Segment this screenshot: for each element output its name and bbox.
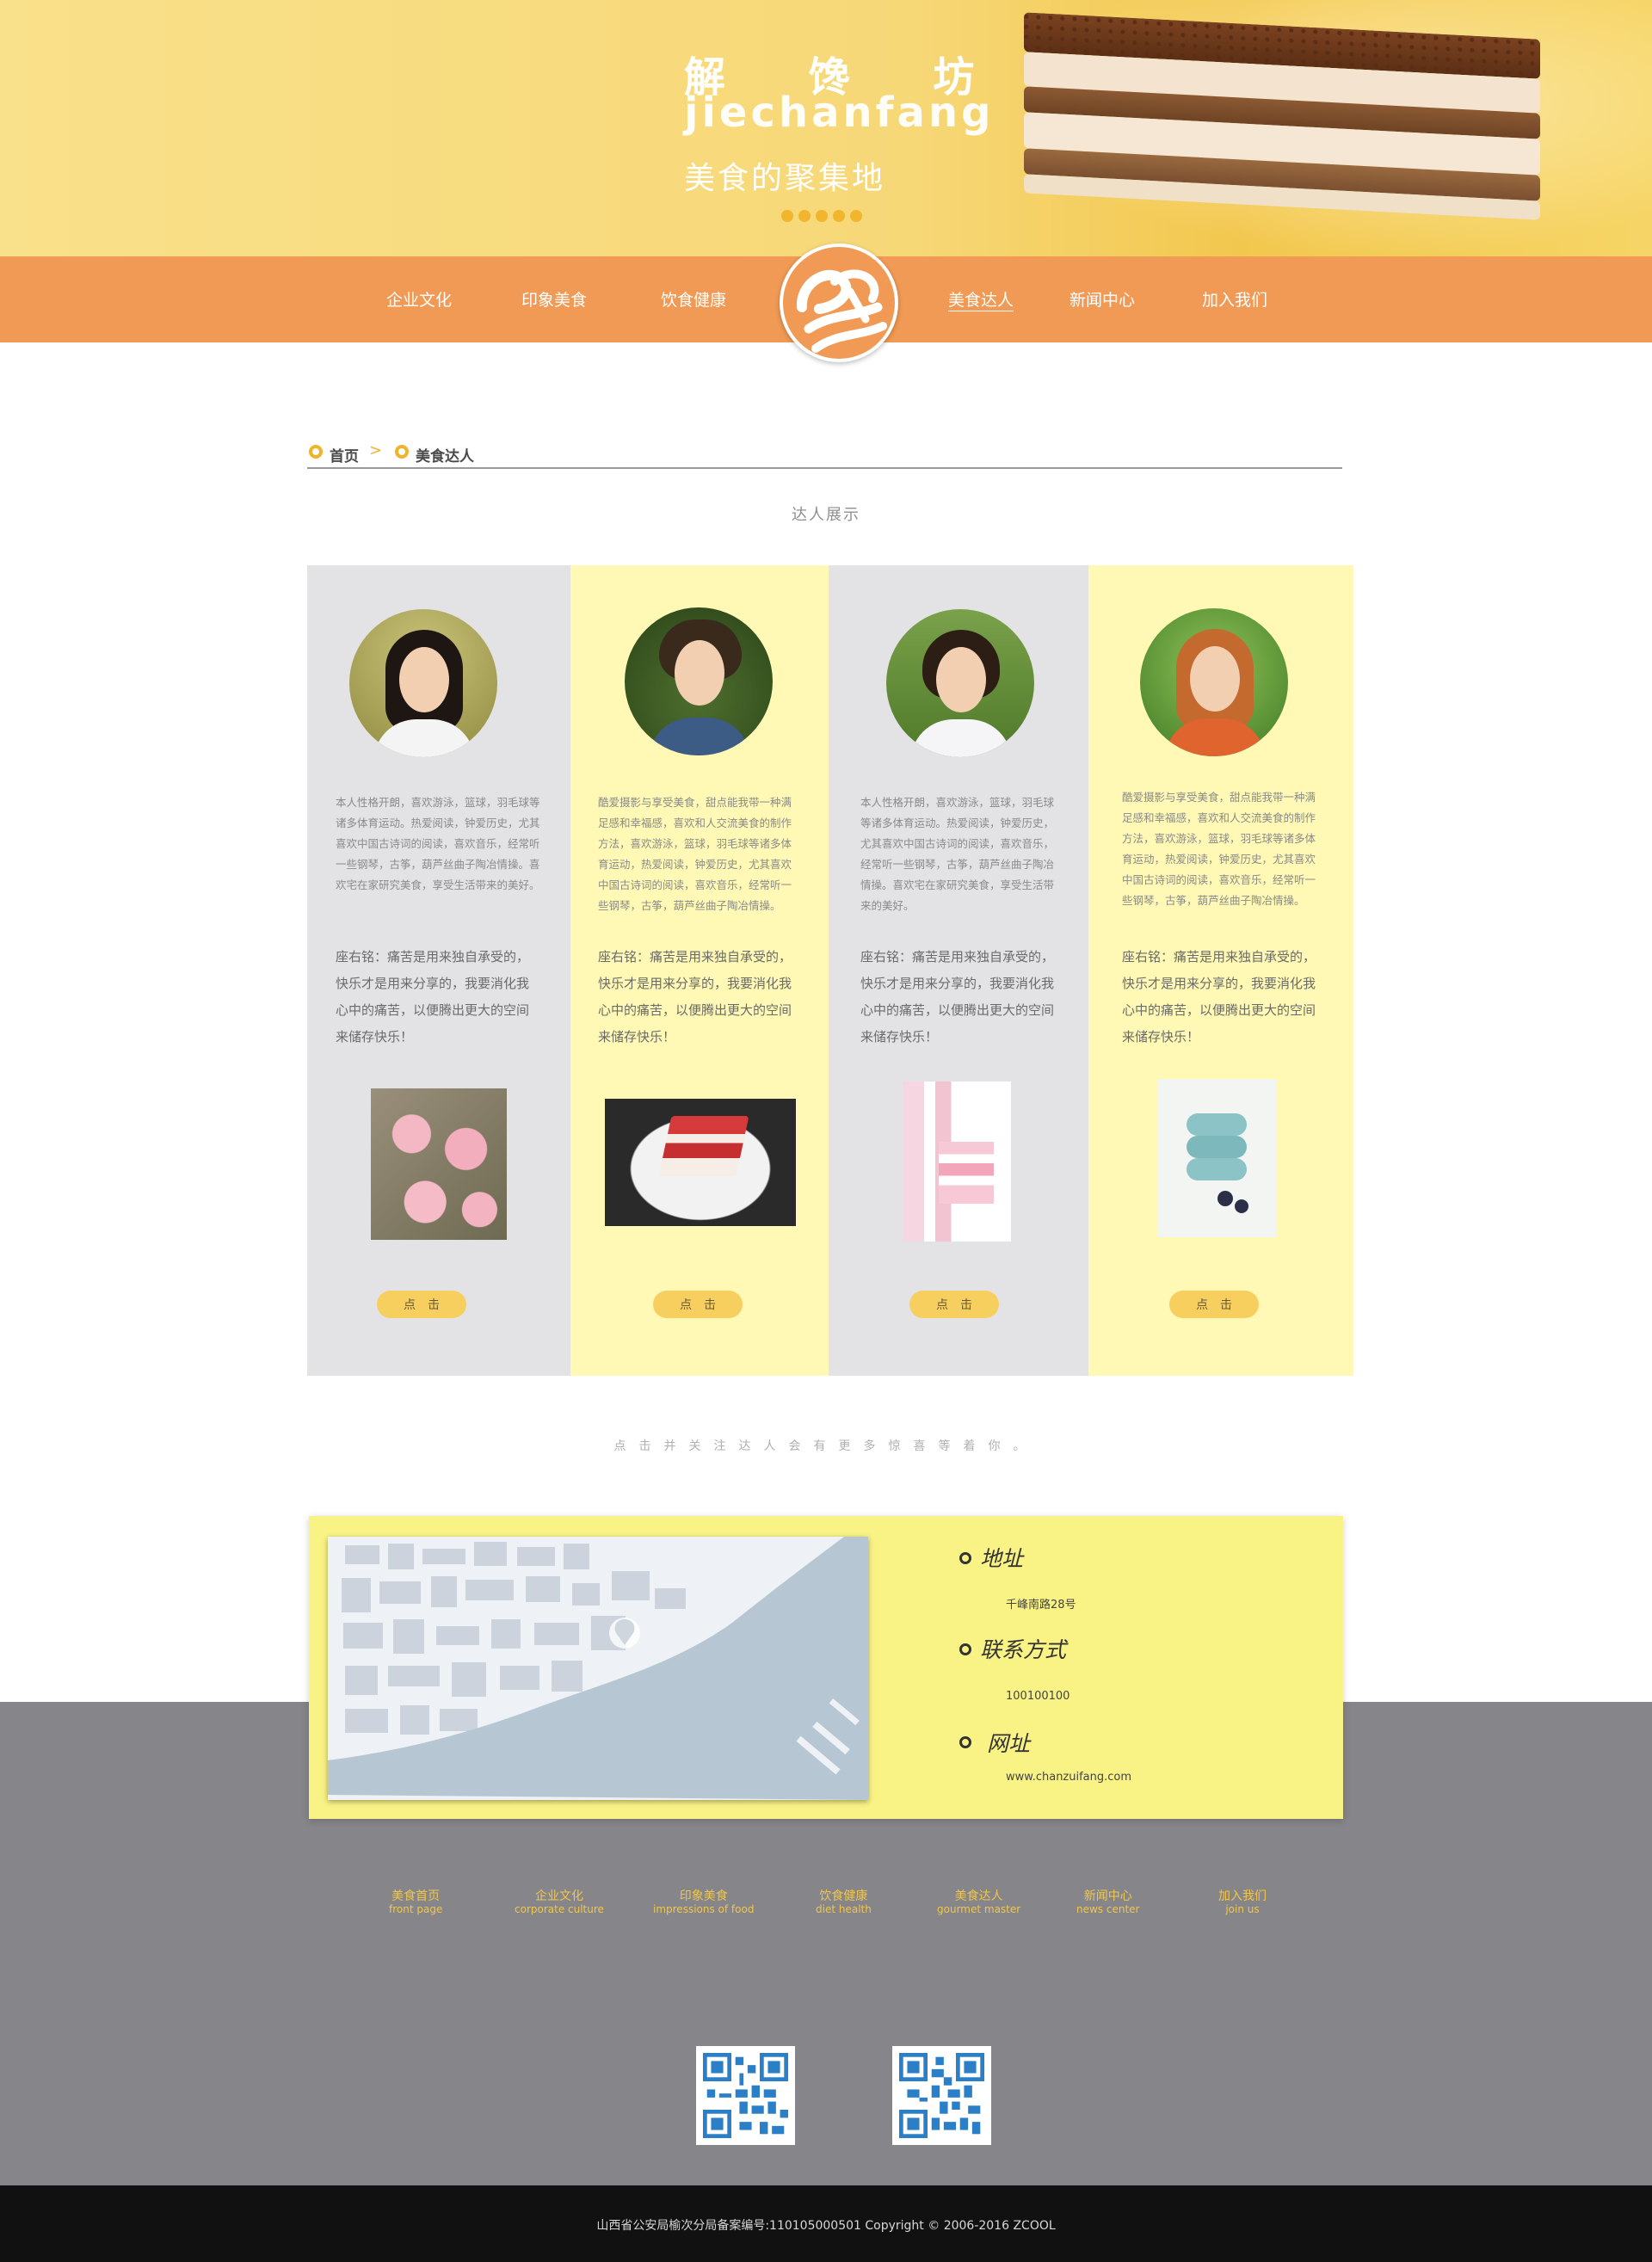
footer-link-join[interactable]: 加入我们 join us [1218,1889,1267,1915]
breadcrumb-dot-icon [309,445,323,459]
carousel-dots[interactable] [781,210,862,222]
nav-item-health[interactable]: 饮食健康 [661,287,726,311]
footer-link-culture[interactable]: 企业文化 corporate culture [515,1889,604,1915]
contact-site-label: 网址 [987,1731,1031,1756]
footer-link-masters[interactable]: 美食达人 gourmet master [937,1889,1020,1915]
chevron-right-icon: > [369,441,383,459]
card-description: 本人性格开朗，喜欢游泳，篮球，羽毛球等诸多体育运动。热爱阅读，钟爱历史，尤其喜欢… [860,796,1055,912]
avatar [349,609,497,757]
breadcrumb-dot-icon [395,445,409,459]
footer-link-health[interactable]: 饮食健康 diet health [816,1889,872,1915]
avatar [625,607,773,755]
section-title: 达人展示 [792,506,860,524]
card-motto: 座右铭：痛苦是用来独自承受的，快乐才是用来分享的，我要消化我心中的痛苦，以便腾出… [336,949,530,1045]
dessert-image [605,1099,796,1226]
carousel-dot[interactable] [798,210,811,222]
map-graphic [328,1537,868,1800]
breadcrumb-home[interactable]: 首页 [330,444,359,465]
qr-code-icon [696,2046,795,2145]
cake-slice [939,1142,994,1204]
carousel-dot[interactable] [850,210,862,222]
qr-code-icon [892,2046,991,2145]
card-motto: 座右铭：痛苦是用来独自承受的，快乐才是用来分享的，我要消化我心中的痛苦，以便腾出… [1122,949,1316,1045]
carousel-dot[interactable] [833,210,845,222]
follow-hint: 点击并关注达人会有更多惊喜等着你。 [613,1439,1039,1453]
master-cards: 本人性格开朗，喜欢游泳，篮球，羽毛球等诸多体育运动。热爱阅读，钟爱历史，尤其喜欢… [307,565,1353,1376]
card-motto: 座右铭：痛苦是用来独自承受的，快乐才是用来分享的，我要消化我心中的痛苦，以便腾出… [860,949,1055,1045]
card-click-button[interactable]: 点击 [1169,1291,1259,1318]
avatar [1140,608,1288,756]
cake-slice [658,1116,749,1176]
card-click-button[interactable]: 点击 [909,1291,999,1318]
card-description: 酷爱摄影与享受美食，甜点能我带一种满足感和幸福感，喜欢和人交流美食的制作方法，喜… [598,796,792,912]
card-click-button[interactable]: 点击 [653,1291,743,1318]
nav-item-join[interactable]: 加入我们 [1202,287,1267,311]
copyright-text: 山西省公安局榆次分局备案编号:110105000501 Copyright © … [596,2219,1056,2233]
contact-dot-icon [959,1736,971,1748]
master-card: 本人性格开朗，喜欢游泳，篮球，羽毛球等诸多体育运动。热爱阅读，钟爱历史，尤其喜欢… [829,565,1088,1376]
hero-banner: 解 馋 坊 jiechanfang 美食的聚集地 [0,0,1652,256]
card-description: 酷爱摄影与享受美食，甜点能我带一种满足感和幸福感，喜欢和人交流美食的制作方法，喜… [1122,791,1316,907]
banner-slogan: 美食的聚集地 [684,161,886,196]
cake-image [1024,12,1540,237]
carousel-dot[interactable] [816,210,828,222]
avatar [886,609,1034,757]
nav-item-culture[interactable]: 企业文化 [386,287,452,311]
dessert-image [903,1082,1011,1242]
card-click-button[interactable]: 点击 [377,1291,466,1318]
nav-item-news[interactable]: 新闻中心 [1069,287,1135,311]
contact-dot-icon [959,1643,971,1655]
master-card: 酷爱摄影与享受美食，甜点能我带一种满足感和幸福感，喜欢和人交流美食的制作方法，喜… [1088,565,1353,1376]
contact-address-value: 千峰南路28号 [1006,1599,1076,1612]
logo-mark-icon [797,269,887,353]
footer-link-news[interactable]: 新闻中心 news center [1076,1889,1139,1915]
nav-item-food[interactable]: 印象美食 [521,287,587,311]
nav-item-masters[interactable]: 美食达人 [948,287,1014,311]
breadcrumb: 首页 > 美食达人 [307,441,1342,469]
master-card: 酷爱摄影与享受美食，甜点能我带一种满足感和幸福感，喜欢和人交流美食的制作方法，喜… [570,565,829,1376]
dessert-image [1157,1079,1276,1237]
contact-dot-icon [959,1552,971,1564]
carousel-dot[interactable] [781,210,793,222]
contact-site-value[interactable]: www.chanzuifang.com [1006,1771,1131,1784]
contact-phone-label: 联系方式 [980,1637,1067,1662]
contact-address-label: 地址 [980,1546,1024,1571]
master-card: 本人性格开朗，喜欢游泳，篮球，羽毛球等诸多体育运动。热爱阅读，钟爱历史，尤其喜欢… [307,565,570,1376]
contact-panel: 地址 千峰南路28号 联系方式 100100100 网址 www.chanzui… [309,1516,1343,1819]
card-motto: 座右铭：痛苦是用来独自承受的，快乐才是用来分享的，我要消化我心中的痛苦，以便腾出… [598,949,792,1045]
footer-link-home[interactable]: 美食首页 front page [389,1889,442,1915]
footer-link-food[interactable]: 印象美食 impressions of food [653,1889,754,1915]
dessert-image [371,1088,507,1240]
bottom-bar: 山西省公安局榆次分局备案编号:110105000501 Copyright © … [0,2185,1652,2262]
banner-subtitle: jiechanfang [684,89,995,137]
breadcrumb-current[interactable]: 美食达人 [416,444,474,465]
map[interactable] [328,1537,868,1800]
contact-phone-value: 100100100 [1006,1690,1070,1703]
logo-mark[interactable] [780,243,898,362]
card-description: 本人性格开朗，喜欢游泳，篮球，羽毛球等诸多体育运动。热爱阅读，钟爱历史，尤其喜欢… [336,796,540,891]
